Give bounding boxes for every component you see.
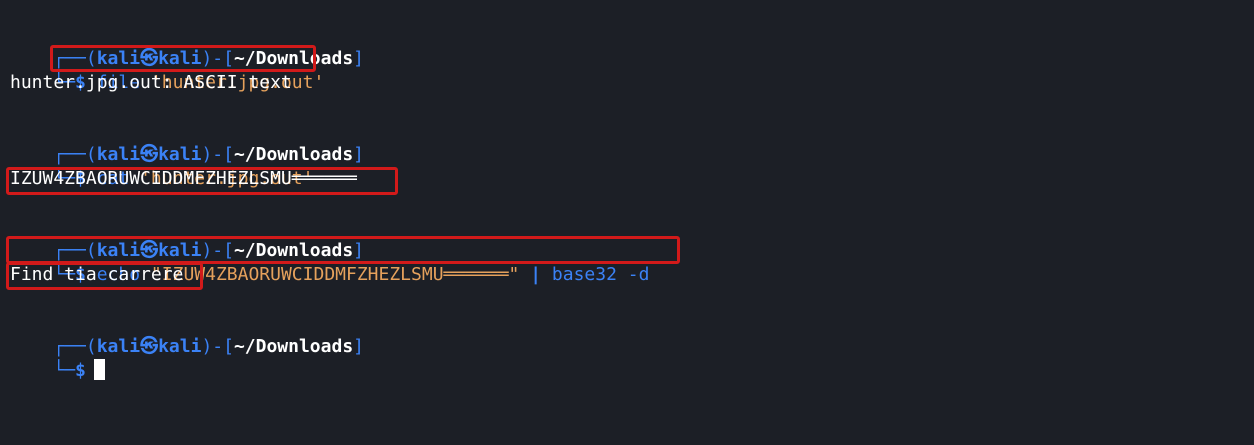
text-cursor[interactable] — [93, 359, 105, 380]
prompt-header: ┌──(kali㉿kali)-[~/Downloads] — [53, 240, 365, 261]
command-line: └─$ file 'hunter.jpg.out' — [53, 72, 325, 93]
command-output: hunter.jpg.out: ASCII text — [10, 72, 292, 93]
active-command-line[interactable]: └─$ — [10, 335, 105, 381]
command-output: Find tia carrere — [10, 264, 184, 285]
prompt-header: ┌──(kali㉿kali)-[~/Downloads] — [53, 144, 365, 165]
prompt-header: ┌──(kali㉿kali)-[~/Downloads] — [53, 48, 365, 69]
command-name: base32 — [551, 264, 617, 285]
prompt-header: ┌──(kali㉿kali)-[~/Downloads] — [53, 336, 365, 357]
command-flag: -d — [616, 264, 650, 285]
prompt-path: ~/Downloads — [233, 336, 354, 357]
command-line: └─$ echo "IZUW4ZBAORUWCIDDMFZHEZLSMU════… — [53, 264, 650, 285]
command-argument: "IZUW4ZBAORUWCIDDMFZHEZLSMU══════" — [140, 264, 520, 285]
prompt-host: kali — [158, 336, 202, 357]
command-line: └─$ cat 'hunter.jpg.out' — [53, 168, 314, 189]
terminal-window[interactable]: ┌──(kali㉿kali)-[~/Downloads] └─$ file 'h… — [0, 0, 1254, 445]
pipe-operator: | — [519, 264, 552, 285]
command-output: IZUW4ZBAORUWCIDDMFZHEZLSMU══════ — [10, 168, 357, 189]
prompt-separator: ㉿ — [140, 336, 159, 357]
prompt-dollar: $ — [75, 360, 86, 381]
